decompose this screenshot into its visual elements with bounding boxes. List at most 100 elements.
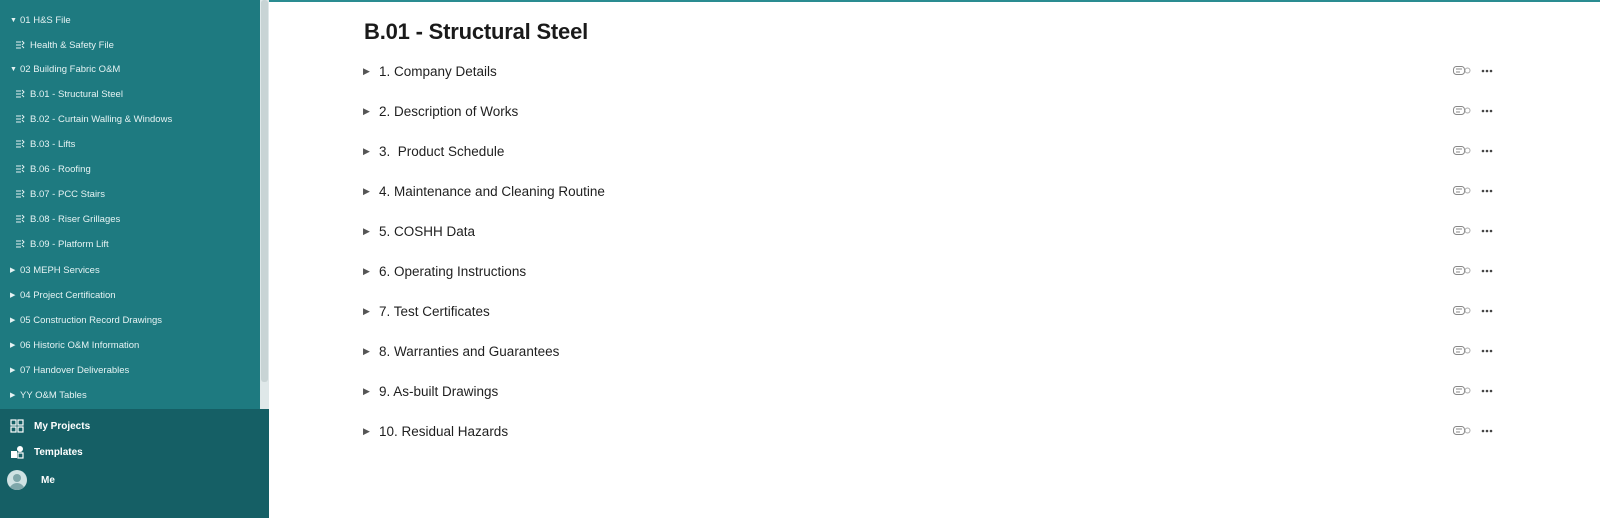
tree-folder-project-certification[interactable]: ▶ 04 Project Certification xyxy=(10,285,116,305)
section-row[interactable]: ▶ 10. Residual Hazards xyxy=(363,419,1493,443)
expand-caret-icon[interactable]: ▶ xyxy=(363,386,379,397)
tree-folder-building-fabric[interactable]: ▼ 02 Building Fabric O&M xyxy=(10,59,120,79)
tree-doc-b01[interactable]: B.01 - Structural Steel xyxy=(14,84,123,104)
chevron-right-icon[interactable]: ▶ xyxy=(10,341,20,349)
more-options-icon[interactable] xyxy=(1481,269,1493,273)
expand-caret-icon[interactable]: ▶ xyxy=(363,146,379,157)
document-icon xyxy=(14,138,26,150)
tree-folder-hs-file[interactable]: ▼ 01 H&S File xyxy=(10,10,71,30)
comment-icon[interactable] xyxy=(1453,66,1471,76)
tree-item-label: 02 Building Fabric O&M xyxy=(20,63,121,75)
tree-item-label: B.07 - PCC Stairs xyxy=(30,188,105,200)
tree-doc-b03[interactable]: B.03 - Lifts xyxy=(14,134,75,154)
tree-item-label: Health & Safety File xyxy=(30,39,114,51)
tree-folder-meph[interactable]: ▶ 03 MEPH Services xyxy=(10,260,100,280)
tree-item-label: B.01 - Structural Steel xyxy=(30,88,123,100)
comment-icon[interactable] xyxy=(1453,146,1471,156)
nav-me[interactable]: Me xyxy=(7,469,55,491)
comment-icon[interactable] xyxy=(1453,186,1471,196)
sidebar: ▼ 01 H&S File Health & Safety File ▼ 02 … xyxy=(0,0,269,518)
section-title[interactable]: 7. Test Certificates xyxy=(379,304,490,319)
section-title[interactable]: 5. COSHH Data xyxy=(379,224,475,239)
expand-caret-icon[interactable]: ▶ xyxy=(363,186,379,197)
section-row[interactable]: ▶ 5. COSHH Data xyxy=(363,219,1493,243)
chevron-down-icon[interactable]: ▼ xyxy=(10,66,20,73)
section-row[interactable]: ▶ 3. Product Schedule xyxy=(363,139,1493,163)
section-title[interactable]: 10. Residual Hazards xyxy=(379,424,508,439)
grid-icon xyxy=(10,419,24,433)
nav-my-projects[interactable]: My Projects xyxy=(10,415,90,437)
tree-item-label: 05 Construction Record Drawings xyxy=(20,314,163,326)
more-options-icon[interactable] xyxy=(1481,389,1493,393)
tree-item-label: B.09 - Platform Lift xyxy=(30,238,109,250)
more-options-icon[interactable] xyxy=(1481,349,1493,353)
section-row[interactable]: ▶ 9. As-built Drawings xyxy=(363,379,1493,403)
scrollbar-thumb[interactable] xyxy=(261,0,268,382)
expand-caret-icon[interactable]: ▶ xyxy=(363,306,379,317)
tree-item-label: B.03 - Lifts xyxy=(30,138,76,150)
page-title: B.01 - Structural Steel xyxy=(364,19,589,44)
sidebar-scrollbar[interactable] xyxy=(260,0,269,409)
nav-label: Templates xyxy=(34,446,83,458)
more-options-icon[interactable] xyxy=(1481,309,1493,313)
comment-icon[interactable] xyxy=(1453,386,1471,396)
more-options-icon[interactable] xyxy=(1481,229,1493,233)
tree-doc-b08[interactable]: B.08 - Riser Grillages xyxy=(14,209,120,229)
chevron-right-icon[interactable]: ▶ xyxy=(10,266,20,274)
section-title[interactable]: 3. Product Schedule xyxy=(379,144,504,159)
section-title[interactable]: 2. Description of Works xyxy=(379,104,518,119)
section-title[interactable]: 1. Company Details xyxy=(379,64,497,79)
tree-item-label: B.06 - Roofing xyxy=(30,163,91,175)
expand-caret-icon[interactable]: ▶ xyxy=(363,226,379,237)
section-row[interactable]: ▶ 7. Test Certificates xyxy=(363,299,1493,323)
section-row[interactable]: ▶ 8. Warranties and Guarantees xyxy=(363,339,1493,363)
section-title[interactable]: 8. Warranties and Guarantees xyxy=(379,344,559,359)
tree-folder-om-tables[interactable]: ▶ YY O&M Tables xyxy=(10,385,87,405)
section-row[interactable]: ▶ 4. Maintenance and Cleaning Routine xyxy=(363,179,1493,203)
nav-templates[interactable]: Templates xyxy=(10,441,83,463)
tree-item-label: B.08 - Riser Grillages xyxy=(30,213,121,225)
tree-doc-b02[interactable]: B.02 - Curtain Walling & Windows xyxy=(14,109,172,129)
more-options-icon[interactable] xyxy=(1481,429,1493,433)
section-row[interactable]: ▶ 2. Description of Works xyxy=(363,99,1493,123)
comment-icon[interactable] xyxy=(1453,266,1471,276)
chevron-right-icon[interactable]: ▶ xyxy=(10,366,20,374)
comment-icon[interactable] xyxy=(1453,106,1471,116)
nav-label: My Projects xyxy=(34,420,91,432)
comment-icon[interactable] xyxy=(1453,426,1471,436)
expand-caret-icon[interactable]: ▶ xyxy=(363,266,379,277)
tree-doc-health-safety-file[interactable]: Health & Safety File xyxy=(14,35,114,55)
document-icon xyxy=(14,238,26,250)
comment-icon[interactable] xyxy=(1453,306,1471,316)
chevron-down-icon[interactable]: ▼ xyxy=(10,17,20,24)
tree-doc-b07[interactable]: B.07 - PCC Stairs xyxy=(14,184,105,204)
chevron-right-icon[interactable]: ▶ xyxy=(10,316,20,324)
more-options-icon[interactable] xyxy=(1481,189,1493,193)
chevron-right-icon[interactable]: ▶ xyxy=(10,291,20,299)
tree-folder-construction-drawings[interactable]: ▶ 05 Construction Record Drawings xyxy=(10,310,162,330)
tree-item-label: 03 MEPH Services xyxy=(20,264,100,276)
tree-doc-b06[interactable]: B.06 - Roofing xyxy=(14,159,91,179)
section-title[interactable]: 4. Maintenance and Cleaning Routine xyxy=(379,184,605,199)
expand-caret-icon[interactable]: ▶ xyxy=(363,426,379,437)
tree-doc-b09[interactable]: B.09 - Platform Lift xyxy=(14,234,109,254)
more-options-icon[interactable] xyxy=(1481,69,1493,73)
section-row[interactable]: ▶ 1. Company Details xyxy=(363,59,1493,83)
expand-caret-icon[interactable]: ▶ xyxy=(363,106,379,117)
section-title[interactable]: 9. As-built Drawings xyxy=(379,384,498,399)
chevron-right-icon[interactable]: ▶ xyxy=(10,391,20,399)
document-icon xyxy=(14,39,26,51)
tree-folder-handover[interactable]: ▶ 07 Handover Deliverables xyxy=(10,360,129,380)
expand-caret-icon[interactable]: ▶ xyxy=(363,346,379,357)
more-options-icon[interactable] xyxy=(1481,109,1493,113)
expand-caret-icon[interactable]: ▶ xyxy=(363,66,379,77)
nav-label: Me xyxy=(41,474,55,486)
section-title[interactable]: 6. Operating Instructions xyxy=(379,264,526,279)
comment-icon[interactable] xyxy=(1453,346,1471,356)
section-row[interactable]: ▶ 6. Operating Instructions xyxy=(363,259,1493,283)
tree-folder-historic-om[interactable]: ▶ 06 Historic O&M Information xyxy=(10,335,139,355)
comment-icon[interactable] xyxy=(1453,226,1471,236)
tree-item-label: YY O&M Tables xyxy=(20,389,87,401)
more-options-icon[interactable] xyxy=(1481,149,1493,153)
document-icon xyxy=(14,113,26,125)
